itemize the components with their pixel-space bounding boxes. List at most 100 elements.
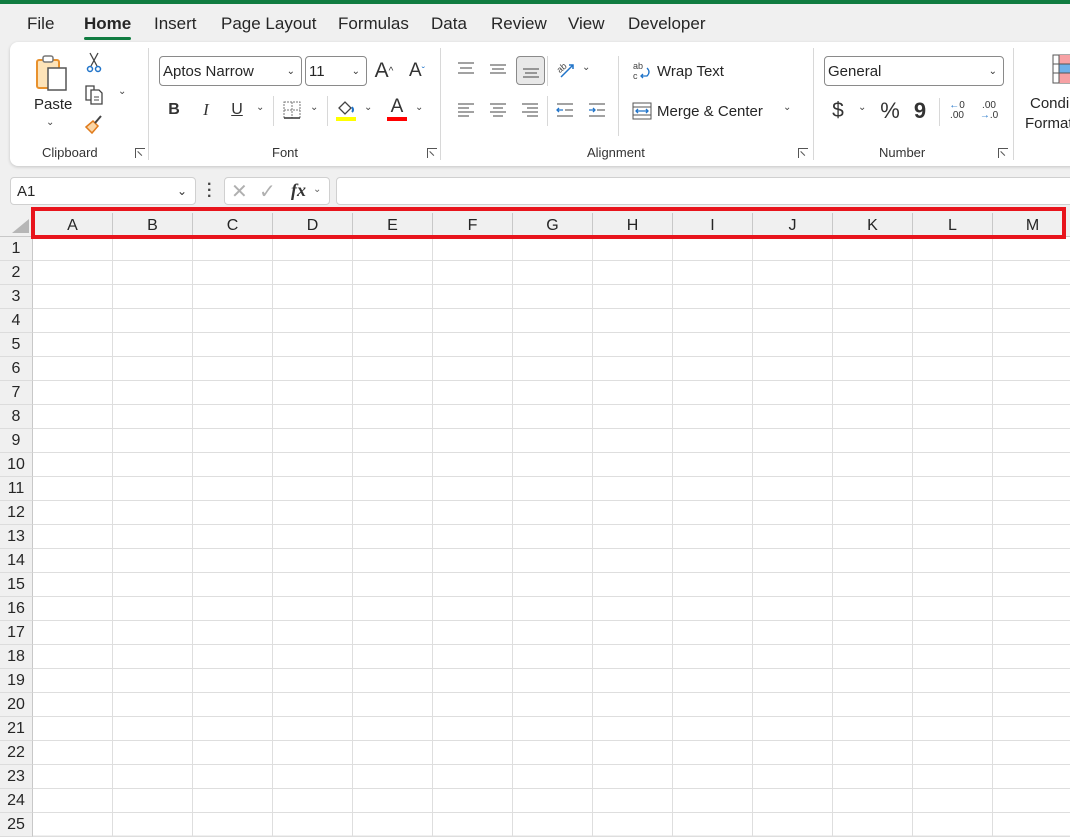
currency-button[interactable]: $ xyxy=(828,97,848,125)
cell-K6[interactable] xyxy=(833,357,913,381)
cell-A16[interactable] xyxy=(33,597,113,621)
cell-E1[interactable] xyxy=(353,237,433,261)
conditional-formatting-button[interactable]: Condi Format xyxy=(1025,52,1070,132)
column-header-k[interactable]: K xyxy=(833,213,913,237)
cell-B22[interactable] xyxy=(113,741,193,765)
cell-A17[interactable] xyxy=(33,621,113,645)
tab-insert[interactable]: Insert xyxy=(154,14,197,34)
row-header-18[interactable]: 18 xyxy=(0,645,33,669)
cell-F16[interactable] xyxy=(433,597,513,621)
cell-H9[interactable] xyxy=(593,429,673,453)
cell-B8[interactable] xyxy=(113,405,193,429)
cell-D1[interactable] xyxy=(273,237,353,261)
cell-M8[interactable] xyxy=(993,405,1070,429)
cell-K8[interactable] xyxy=(833,405,913,429)
cell-F20[interactable] xyxy=(433,693,513,717)
cell-K24[interactable] xyxy=(833,789,913,813)
cell-K11[interactable] xyxy=(833,477,913,501)
row-header-16[interactable]: 16 xyxy=(0,597,33,621)
cell-L10[interactable] xyxy=(913,453,993,477)
cell-M18[interactable] xyxy=(993,645,1070,669)
cell-C20[interactable] xyxy=(193,693,273,717)
cell-F5[interactable] xyxy=(433,333,513,357)
cell-J22[interactable] xyxy=(753,741,833,765)
font-size-select[interactable]: 11 ⌄ xyxy=(305,56,367,86)
cell-F8[interactable] xyxy=(433,405,513,429)
select-all-button[interactable] xyxy=(0,213,33,237)
cell-D4[interactable] xyxy=(273,309,353,333)
row-header-17[interactable]: 17 xyxy=(0,621,33,645)
wrap-text-button[interactable]: ab c Wrap Text xyxy=(632,58,724,84)
row-header-8[interactable]: 8 xyxy=(0,405,33,429)
cell-D6[interactable] xyxy=(273,357,353,381)
cell-B25[interactable] xyxy=(113,813,193,837)
cell-I21[interactable] xyxy=(673,717,753,741)
cell-M4[interactable] xyxy=(993,309,1070,333)
cell-M16[interactable] xyxy=(993,597,1070,621)
cell-F13[interactable] xyxy=(433,525,513,549)
row-header-21[interactable]: 21 xyxy=(0,717,33,741)
cell-H11[interactable] xyxy=(593,477,673,501)
cell-F11[interactable] xyxy=(433,477,513,501)
tab-page-layout[interactable]: Page Layout xyxy=(221,14,316,34)
cell-A23[interactable] xyxy=(33,765,113,789)
cell-I15[interactable] xyxy=(673,573,753,597)
cell-A9[interactable] xyxy=(33,429,113,453)
cell-D7[interactable] xyxy=(273,381,353,405)
cell-E25[interactable] xyxy=(353,813,433,837)
cell-E11[interactable] xyxy=(353,477,433,501)
cell-D20[interactable] xyxy=(273,693,353,717)
cell-F14[interactable] xyxy=(433,549,513,573)
cell-G24[interactable] xyxy=(513,789,593,813)
cell-H13[interactable] xyxy=(593,525,673,549)
cell-E22[interactable] xyxy=(353,741,433,765)
cell-M3[interactable] xyxy=(993,285,1070,309)
cell-H23[interactable] xyxy=(593,765,673,789)
cell-H20[interactable] xyxy=(593,693,673,717)
row-header-13[interactable]: 13 xyxy=(0,525,33,549)
cell-D9[interactable] xyxy=(273,429,353,453)
cell-L16[interactable] xyxy=(913,597,993,621)
cell-L21[interactable] xyxy=(913,717,993,741)
cell-J17[interactable] xyxy=(753,621,833,645)
orientation-dropdown[interactable]: ⌄ xyxy=(582,62,590,73)
currency-dropdown[interactable]: ⌄ xyxy=(858,102,866,113)
cell-K2[interactable] xyxy=(833,261,913,285)
row-header-15[interactable]: 15 xyxy=(0,573,33,597)
cell-J21[interactable] xyxy=(753,717,833,741)
cell-M20[interactable] xyxy=(993,693,1070,717)
cell-E24[interactable] xyxy=(353,789,433,813)
cell-C24[interactable] xyxy=(193,789,273,813)
cell-M1[interactable] xyxy=(993,237,1070,261)
copy-button[interactable] xyxy=(82,82,106,106)
cell-F25[interactable] xyxy=(433,813,513,837)
cell-I2[interactable] xyxy=(673,261,753,285)
cell-A1[interactable] xyxy=(33,237,113,261)
cell-F23[interactable] xyxy=(433,765,513,789)
cell-A15[interactable] xyxy=(33,573,113,597)
cell-M5[interactable] xyxy=(993,333,1070,357)
cell-L4[interactable] xyxy=(913,309,993,333)
font-name-select[interactable]: Aptos Narrow ⌄ xyxy=(159,56,302,86)
cell-D14[interactable] xyxy=(273,549,353,573)
cell-I13[interactable] xyxy=(673,525,753,549)
cell-E5[interactable] xyxy=(353,333,433,357)
cell-L12[interactable] xyxy=(913,501,993,525)
cell-L5[interactable] xyxy=(913,333,993,357)
cell-B4[interactable] xyxy=(113,309,193,333)
copy-dropdown[interactable]: ⌄ xyxy=(118,86,126,97)
cell-A4[interactable] xyxy=(33,309,113,333)
cell-F19[interactable] xyxy=(433,669,513,693)
cell-G3[interactable] xyxy=(513,285,593,309)
cell-C15[interactable] xyxy=(193,573,273,597)
cell-E19[interactable] xyxy=(353,669,433,693)
tab-formulas[interactable]: Formulas xyxy=(338,14,409,34)
cell-B11[interactable] xyxy=(113,477,193,501)
row-header-10[interactable]: 10 xyxy=(0,453,33,477)
cell-B3[interactable] xyxy=(113,285,193,309)
cell-L23[interactable] xyxy=(913,765,993,789)
row-header-2[interactable]: 2 xyxy=(0,261,33,285)
row-header-11[interactable]: 11 xyxy=(0,477,33,501)
cell-E18[interactable] xyxy=(353,645,433,669)
cell-B13[interactable] xyxy=(113,525,193,549)
